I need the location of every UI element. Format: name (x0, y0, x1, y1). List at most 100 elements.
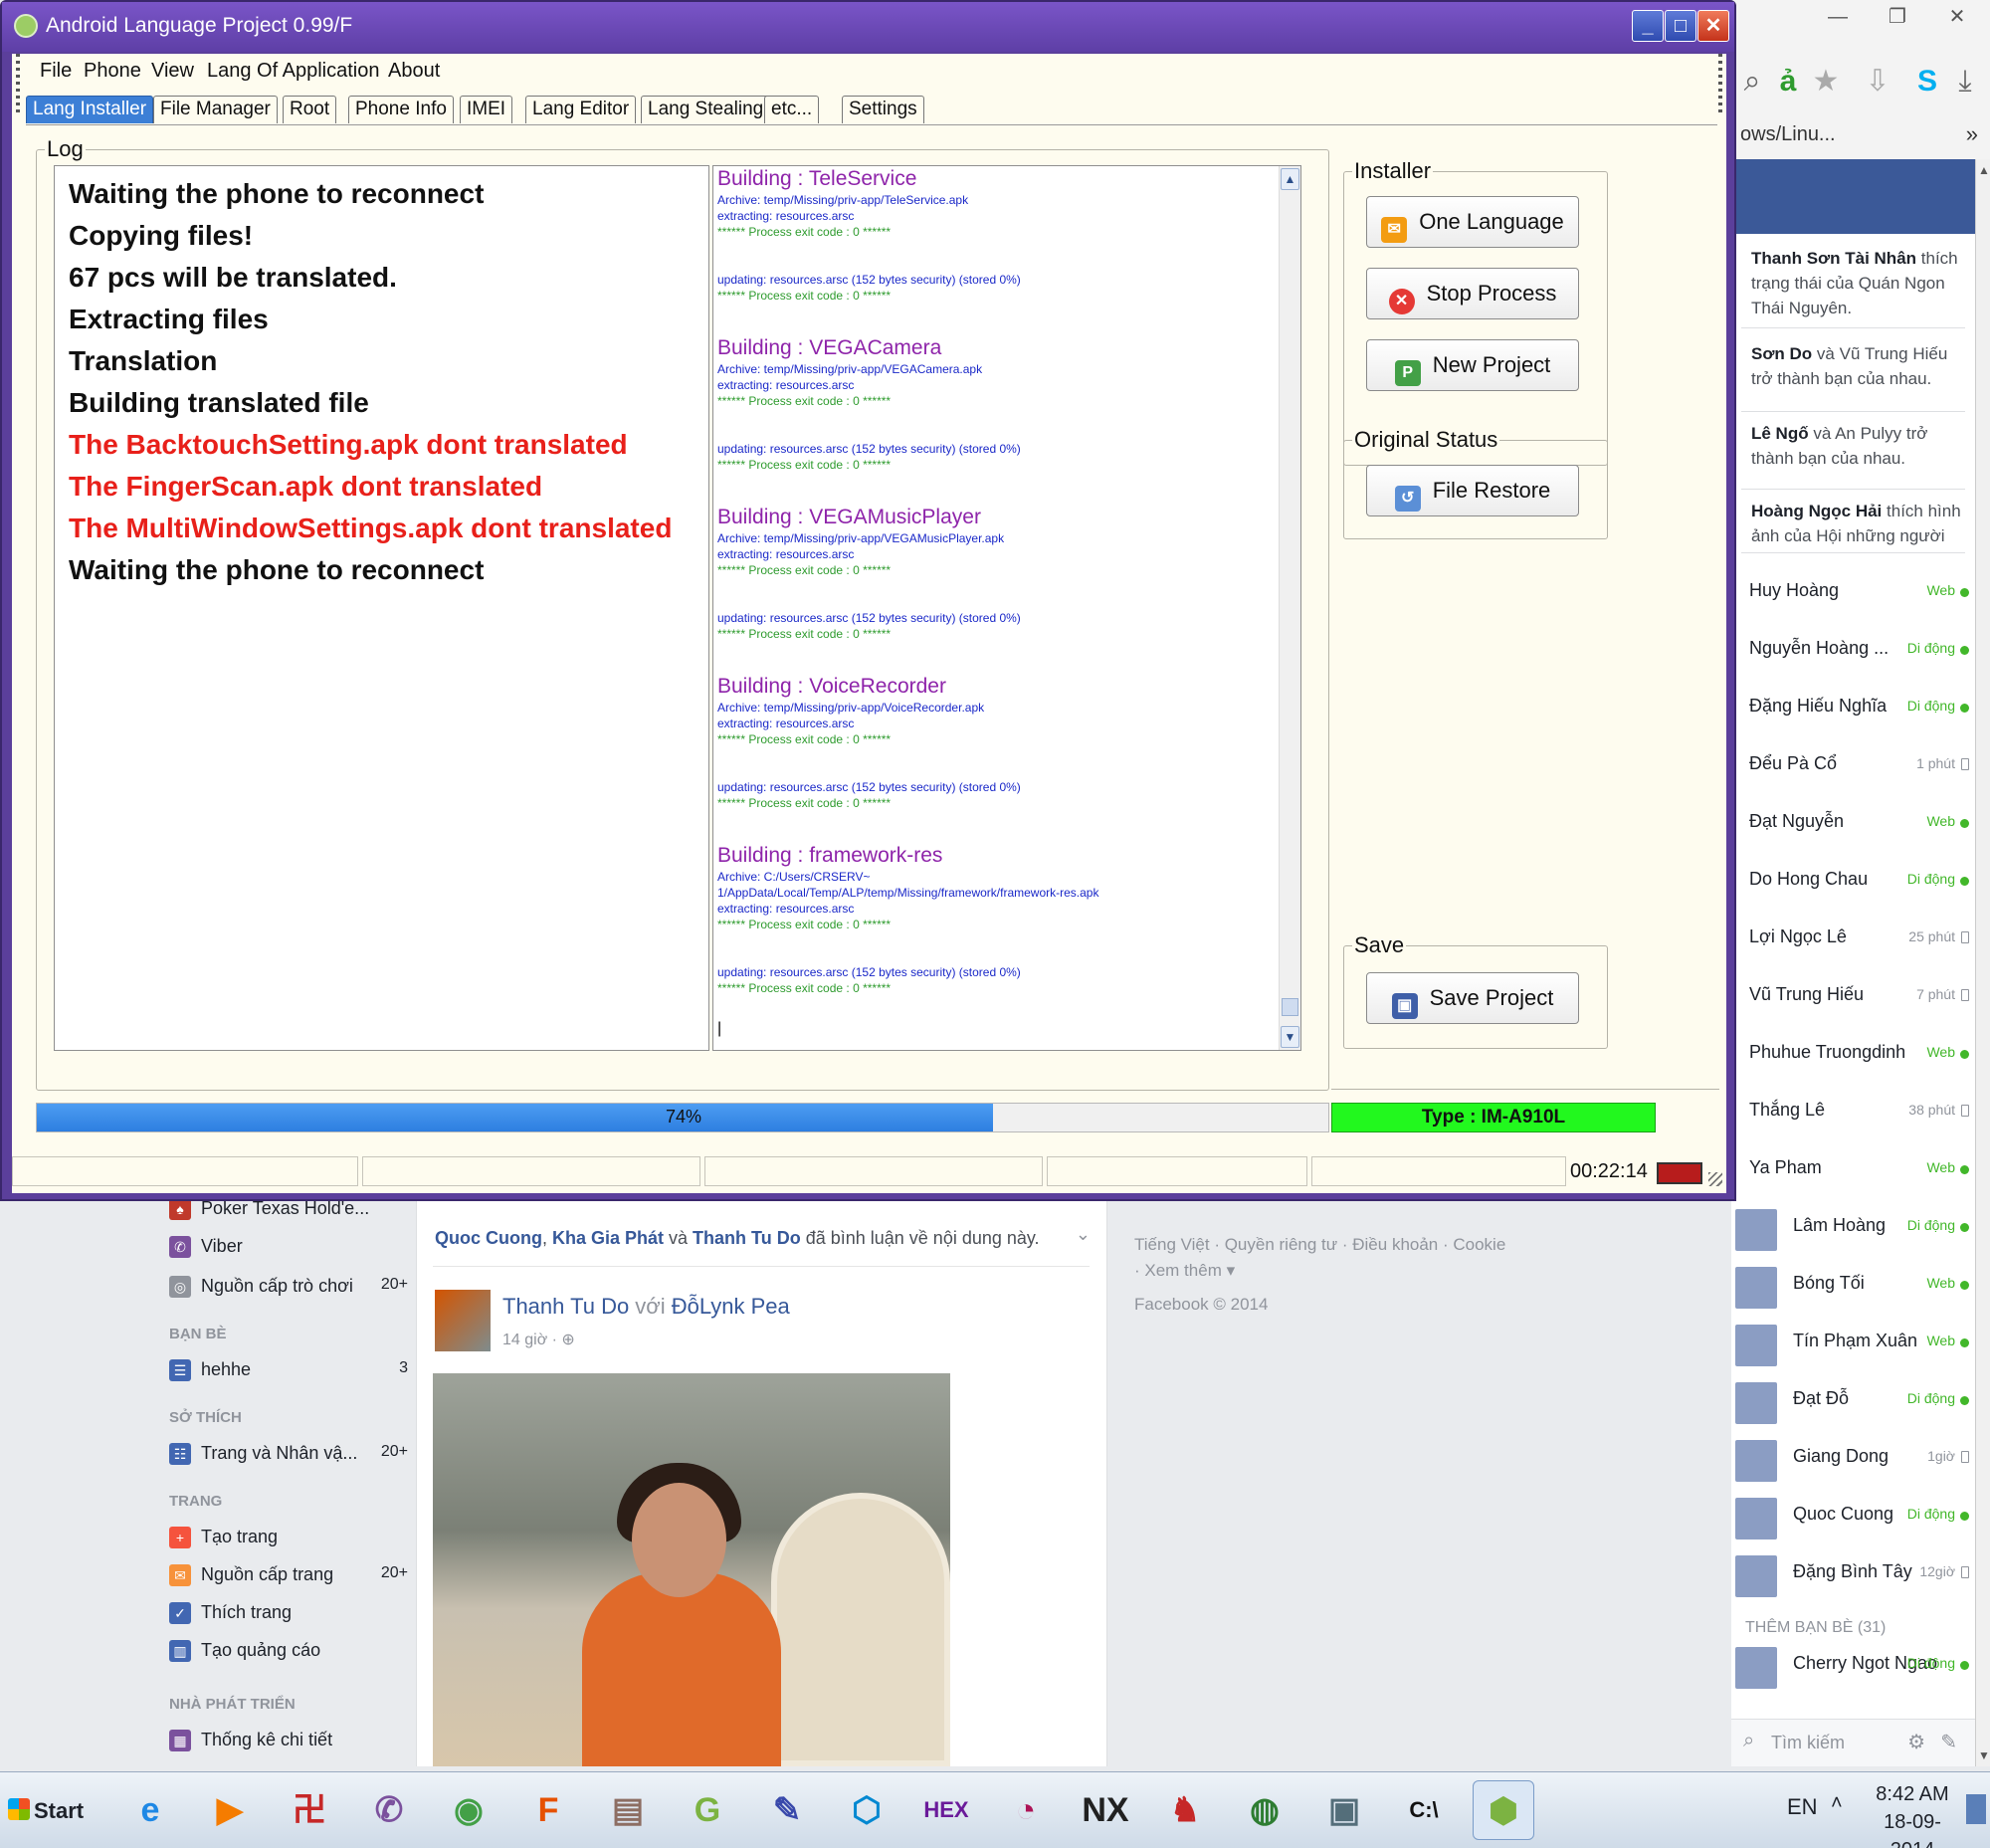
taskbar-app-icon[interactable]: ▤ (597, 1780, 659, 1840)
browser-restore-button[interactable]: ❐ (1878, 4, 1917, 30)
vietnamese-input-icon[interactable]: ả (1768, 60, 1808, 103)
minimize-button[interactable]: _ (1632, 10, 1664, 42)
close-button[interactable]: ✕ (1697, 10, 1729, 42)
contact-item[interactable]: Giang Dong 1giờ (1731, 1434, 1975, 1488)
profile-link[interactable]: Quoc Cuong (435, 1228, 542, 1248)
taskbar-app-icon[interactable]: ◍ (1234, 1780, 1295, 1840)
file-restore-button[interactable]: ↺ File Restore (1366, 465, 1579, 516)
menu-phone[interactable]: Phone (84, 60, 141, 83)
contact-item[interactable]: Đạt Nguyễn Web (1731, 799, 1975, 853)
chevron-down-icon[interactable]: ⌄ (1076, 1224, 1091, 1245)
contact-item[interactable]: Đểu Pà Cổ 1 phút (1731, 741, 1975, 795)
ticker-item[interactable]: Sơn Do và Vũ Trung Hiếu trở thành bạn củ… (1751, 341, 1970, 391)
profile-link[interactable]: ĐỗLynk Pea (672, 1294, 790, 1319)
contact-item[interactable]: Phuhue Truongdinh Web (1731, 1030, 1975, 1084)
tab-etc[interactable]: etc... (764, 96, 820, 123)
menu-about[interactable]: About (388, 60, 440, 83)
menu-view[interactable]: View (151, 60, 194, 83)
ticker-item[interactable]: Thanh Sơn Tài Nhân thích trạng thái của … (1751, 246, 1970, 320)
build-log-scrollbar[interactable]: ▲ ▼ (1279, 166, 1300, 1050)
profile-link[interactable]: Kha Gia Phát (552, 1228, 664, 1248)
contact-item[interactable]: Tín Phạm Xuân Web (1731, 1319, 1975, 1372)
bookmark-item[interactable]: ows/Linu... (1740, 123, 1836, 146)
gear-icon[interactable]: ⚙ (1907, 1730, 1925, 1754)
tab-file-manager[interactable]: File Manager (153, 96, 278, 123)
tab-imei[interactable]: IMEI (460, 96, 513, 123)
taskbar-app-icon[interactable]: ✆ (358, 1780, 420, 1840)
contact-item[interactable]: Đặng Bình Tây 12giờ (1731, 1549, 1975, 1603)
taskbar-app-icon[interactable]: G (677, 1780, 738, 1840)
browser-minimize-button[interactable]: — (1818, 4, 1858, 30)
language-indicator[interactable]: EN (1787, 1794, 1818, 1820)
contact-item[interactable]: Đạt Đỗ Di động (1731, 1376, 1975, 1430)
maximize-button[interactable]: □ (1665, 10, 1696, 42)
taskbar-app-icon[interactable]: ◉ (438, 1780, 499, 1840)
contact-item[interactable]: Do Hong Chau Di động (1731, 857, 1975, 911)
post-timestamp[interactable]: 14 giờ · ⊕ (502, 1330, 575, 1349)
nav-item[interactable]: ◎ Nguồn cấp trò chơi 20+ (169, 1272, 408, 1306)
contact-item[interactable]: Bóng Tối Web (1731, 1261, 1975, 1315)
ticker-item[interactable]: Lê Ngố và An Pulyy trở thành bạn của nha… (1751, 421, 1970, 471)
nav-item[interactable]: ▦ Thống kê chi tiết (169, 1726, 408, 1759)
contact-item[interactable]: Đặng Hiếu Nghĩa Di động (1731, 684, 1975, 737)
taskbar-app-icon[interactable]: ♞ (1154, 1780, 1216, 1840)
show-desktop-button[interactable] (1966, 1794, 1986, 1824)
save-project-button[interactable]: ▣ Save Project (1366, 972, 1579, 1024)
contact-item[interactable]: Vũ Trung Hiếu 7 phút (1731, 972, 1975, 1026)
contact-item[interactable]: Quoc Cuong Di động (1731, 1492, 1975, 1545)
taskbar-app-icon[interactable]: ▣ (1313, 1780, 1375, 1840)
download-manager-icon[interactable]: ⇩ (1858, 60, 1897, 103)
taskbar-app-icon[interactable]: NX (1075, 1780, 1136, 1840)
footer-more-link[interactable]: · Xem thêm ▾ (1134, 1258, 1532, 1284)
nav-item[interactable]: ✆ Viber (169, 1232, 408, 1266)
ticker-item[interactable]: Hoàng Ngọc Hải thích hình ảnh của Hội nh… (1751, 499, 1970, 548)
search-icon[interactable]: ⌕ (1732, 60, 1772, 103)
new-project-button[interactable]: P New Project (1366, 339, 1579, 391)
bookmarks-more-button[interactable]: » (1966, 121, 1978, 147)
menu-lang-of-application[interactable]: Lang Of Application (207, 60, 379, 83)
skype-icon[interactable]: S (1907, 60, 1947, 103)
taskbar-app-icon[interactable]: 卍 (279, 1780, 340, 1840)
contact-item[interactable]: Ya Pham Web (1731, 1145, 1975, 1199)
nav-item[interactable]: ☰ hehhe 3 (169, 1355, 408, 1389)
tray-expand-icon[interactable]: ˄ (1831, 1792, 1843, 1815)
resize-grip-icon[interactable] (1708, 1172, 1722, 1186)
taskbar-app-icon[interactable]: ⬢ (1473, 1780, 1534, 1840)
download-icon[interactable]: ⤓ (1945, 60, 1985, 103)
nav-item[interactable]: ▥ Tạo quảng cáo (169, 1636, 408, 1670)
taskbar-app-icon[interactable]: e (119, 1780, 181, 1840)
contact-item[interactable]: Huy Hoàng Web (1731, 568, 1975, 622)
title-bar[interactable]: Android Language Project 0.99/F _ □ ✕ (2, 2, 1734, 52)
scroll-thumb[interactable] (1282, 998, 1298, 1016)
one-language-button[interactable]: ✉ One Language (1366, 196, 1579, 248)
taskbar-app-icon[interactable]: F (517, 1780, 579, 1840)
nav-item[interactable]: + Tạo trang (169, 1523, 408, 1556)
tab-lang-installer[interactable]: Lang Installer (26, 96, 154, 123)
star-icon[interactable]: ★ (1806, 60, 1846, 103)
clock[interactable]: 8:42 AM18-09-2014 (1863, 1780, 1962, 1848)
avatar[interactable] (435, 1290, 491, 1351)
chat-search-input[interactable]: Tìm kiếm (1771, 1733, 1845, 1753)
browser-close-button[interactable]: ✕ (1937, 4, 1977, 30)
taskbar-app-icon[interactable]: HEX (915, 1780, 977, 1840)
taskbar-app-icon[interactable]: C:\ (1393, 1780, 1455, 1840)
scroll-up-icon[interactable]: ▲ (1281, 168, 1299, 190)
tab-settings[interactable]: Settings (842, 96, 924, 123)
start-button[interactable]: Start (4, 1786, 84, 1836)
nav-item[interactable]: ✓ Thích trang (169, 1598, 408, 1632)
contact-item[interactable]: Lợi Ngọc Lê 25 phút (1731, 915, 1975, 968)
tab-root[interactable]: Root (283, 96, 337, 123)
profile-link[interactable]: Thanh Tu Do (693, 1228, 801, 1248)
page-scrollbar[interactable]: ▲ ▼ (1975, 159, 1990, 1766)
nav-item[interactable]: ✉ Nguồn cấp trang 20+ (169, 1560, 408, 1594)
menu-file[interactable]: File (40, 60, 72, 83)
suggested-contact[interactable]: Cherry Ngot Ngao Di động (1731, 1641, 1975, 1695)
footer-links[interactable]: Tiếng Việt · Quyền riêng tư · Điều khoản… (1134, 1232, 1532, 1258)
tab-lang-stealing[interactable]: Lang Stealing (641, 96, 771, 123)
contact-item[interactable]: Nguyễn Hoàng ... Di động (1731, 626, 1975, 680)
post-photo[interactable] (433, 1373, 950, 1766)
contact-item[interactable]: Thắng Lê 38 phút (1731, 1088, 1975, 1141)
stop-process-button[interactable]: ✕ Stop Process (1366, 268, 1579, 319)
taskbar-app-icon[interactable]: ◔ (995, 1780, 1057, 1840)
taskbar-app-icon[interactable]: ✎ (756, 1780, 818, 1840)
